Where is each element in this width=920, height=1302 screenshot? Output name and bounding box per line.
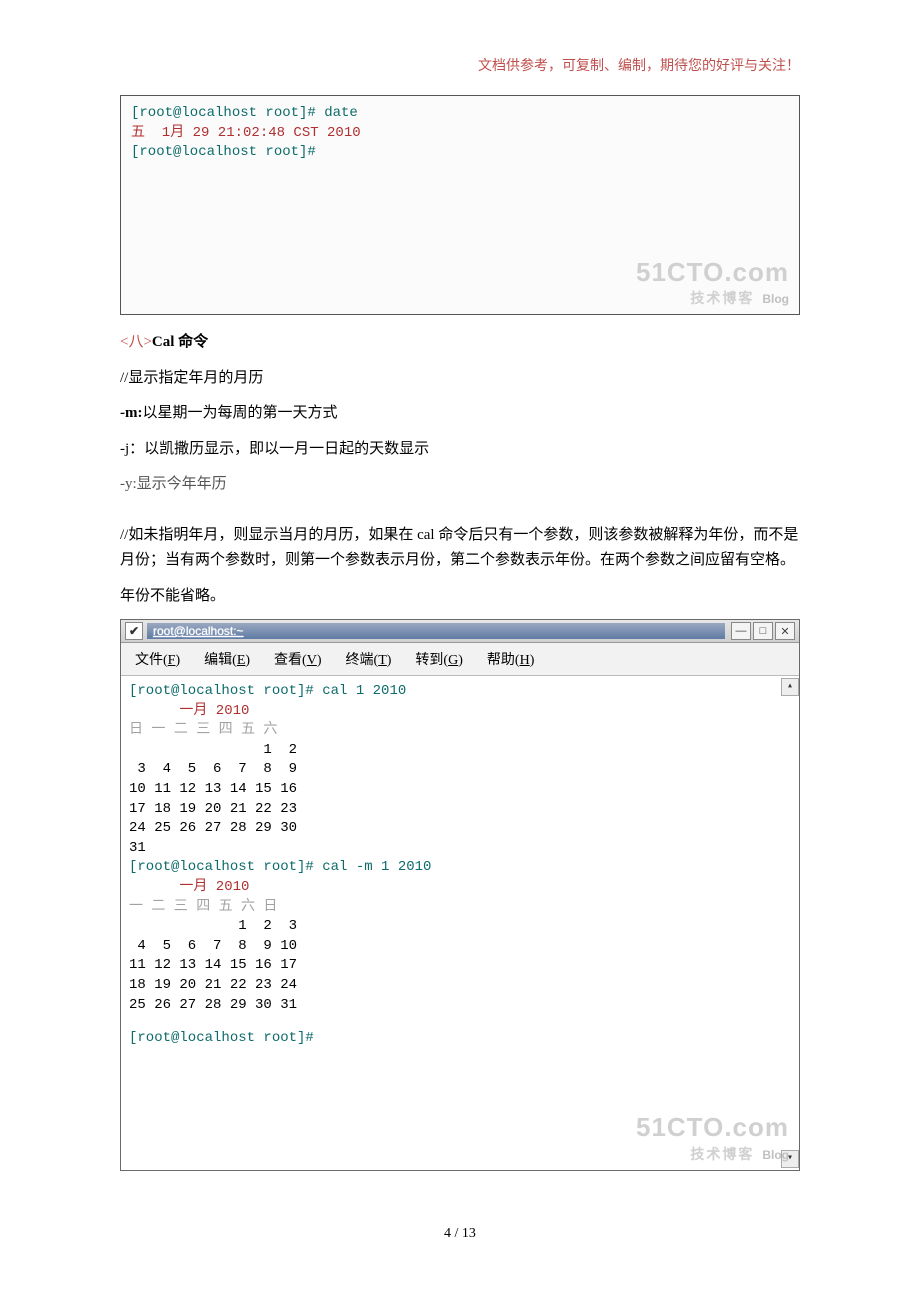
cal1-month: 一月 2010 xyxy=(129,702,791,722)
watermark2-small: 技术博客 xyxy=(690,1146,754,1162)
cal2-row4: 18 19 20 21 22 23 24 xyxy=(129,976,791,996)
cal1-row3: 10 11 12 13 14 15 16 xyxy=(129,780,791,800)
menu-help[interactable]: 帮助(H) xyxy=(487,649,534,669)
cmd-cal2: [root@localhost root]# cal -m 1 2010 xyxy=(129,858,791,878)
cal2-month: 一月 2010 xyxy=(129,878,791,898)
maximize-button[interactable]: □ xyxy=(753,622,773,640)
watermark-blog: Blog xyxy=(762,292,789,306)
cal2-header: 一 二 三 四 五 六 日 xyxy=(129,898,791,918)
desc-line1: //显示指定年月的月历 xyxy=(120,366,800,392)
menu-goto[interactable]: 转到(G) xyxy=(415,649,462,669)
app-icon: ✔ xyxy=(125,622,143,640)
menubar: 文件(F) 编辑(E) 查看(V) 终端(T) 转到(G) 帮助(H) xyxy=(121,643,799,676)
cmd-cal1: [root@localhost root]# cal 1 2010 xyxy=(129,682,791,702)
menu-file-label: 文件 xyxy=(135,653,163,668)
cal2-row1: 1 2 3 xyxy=(129,917,791,937)
blank-line xyxy=(129,1015,791,1029)
term1-line3: [root@localhost root]# xyxy=(131,143,789,163)
desc-line2: -m:以星期一为每周的第一天方式 xyxy=(120,401,800,427)
cal2-row5: 25 26 27 28 29 30 31 xyxy=(129,996,791,1016)
menu-edit-label: 编辑 xyxy=(204,653,232,668)
menu-goto-label: 转到 xyxy=(415,653,443,668)
minimize-button[interactable]: — xyxy=(731,622,751,640)
scroll-down-button[interactable]: ▾ xyxy=(781,1150,799,1168)
menu-edit-key: E xyxy=(237,653,246,668)
watermark-big: 51CTO.com xyxy=(636,257,789,288)
cal1-row5: 24 25 26 27 28 29 30 xyxy=(129,819,791,839)
cal1-row2: 3 4 5 6 7 8 9 xyxy=(129,760,791,780)
opt-m-desc: 以星期一为每周的第一天方式 xyxy=(143,405,338,421)
cal2-row3: 11 12 13 14 15 16 17 xyxy=(129,956,791,976)
cal2-row2: 4 5 6 7 8 9 10 xyxy=(129,937,791,957)
header-note: 文档供参考，可复制、编制，期待您的好评与关注！ xyxy=(120,55,800,75)
desc-line4: -y:显示今年年历 xyxy=(120,472,800,498)
window-title: root@localhost:~ xyxy=(147,623,725,639)
menu-view-key: V xyxy=(307,653,317,668)
terminal-window: ✔ root@localhost:~ — □ ✕ 文件(F) 编辑(E) 查看(… xyxy=(120,619,800,1171)
menu-view[interactable]: 查看(V) xyxy=(274,649,321,669)
menu-term-key: T xyxy=(378,653,387,668)
menu-edit[interactable]: 编辑(E) xyxy=(204,649,250,669)
cal1-row6: 31 xyxy=(129,839,791,859)
menu-file[interactable]: 文件(F) xyxy=(135,649,180,669)
section-heading: <八>Cal 命令 xyxy=(120,330,800,356)
watermark2-big: 51CTO.com xyxy=(636,1110,789,1145)
watermark-51cto: 51CTO.com 技术博客 Blog xyxy=(636,257,789,308)
scrollbar[interactable]: ▴ ▾ xyxy=(781,678,797,1168)
watermark-small: 技术博客 xyxy=(690,290,754,306)
menu-help-label: 帮助 xyxy=(487,653,515,668)
menu-file-key: F xyxy=(168,653,176,668)
close-button[interactable]: ✕ xyxy=(775,622,795,640)
heading-cmd: Cal 命令 xyxy=(152,334,208,350)
terminal-output-date: [root@localhost root]# date 五 1月 29 21:0… xyxy=(120,95,800,315)
menu-terminal[interactable]: 终端(T) xyxy=(346,649,392,669)
menu-goto-key: G xyxy=(448,653,458,668)
menu-view-label: 查看 xyxy=(274,653,302,668)
watermark-51cto-2: 51CTO.com 技术博客Blog xyxy=(636,1110,789,1164)
opt-m: -m: xyxy=(120,405,143,421)
cal1-row4: 17 18 19 20 21 22 23 xyxy=(129,800,791,820)
menu-term-label: 终端 xyxy=(346,653,374,668)
cmd-prompt-final: [root@localhost root]# xyxy=(129,1029,791,1049)
menu-help-key: H xyxy=(520,653,530,668)
desc-line3: -j：以凯撒历显示，即以一月一日起的天数显示 xyxy=(120,437,800,463)
heading-prefix: <八> xyxy=(120,334,152,350)
cal1-header: 日 一 二 三 四 五 六 xyxy=(129,721,791,741)
page-number: 4 / 13 xyxy=(120,1226,800,1242)
scroll-up-button[interactable]: ▴ xyxy=(781,678,799,696)
terminal-body[interactable]: ▴ ▾ [root@localhost root]# cal 1 2010 一月… xyxy=(121,676,799,1170)
titlebar: ✔ root@localhost:~ — □ ✕ xyxy=(121,620,799,643)
cal1-row1: 1 2 xyxy=(129,741,791,761)
term1-line2: 五 1月 29 21:02:48 CST 2010 xyxy=(131,124,789,144)
term1-line1: [root@localhost root]# date xyxy=(131,104,789,124)
desc-para2: 年份不能省略。 xyxy=(120,584,800,610)
desc-para1: //如未指明年月，则显示当月的月历，如果在 cal 命令后只有一个参数，则该参数… xyxy=(120,523,800,574)
